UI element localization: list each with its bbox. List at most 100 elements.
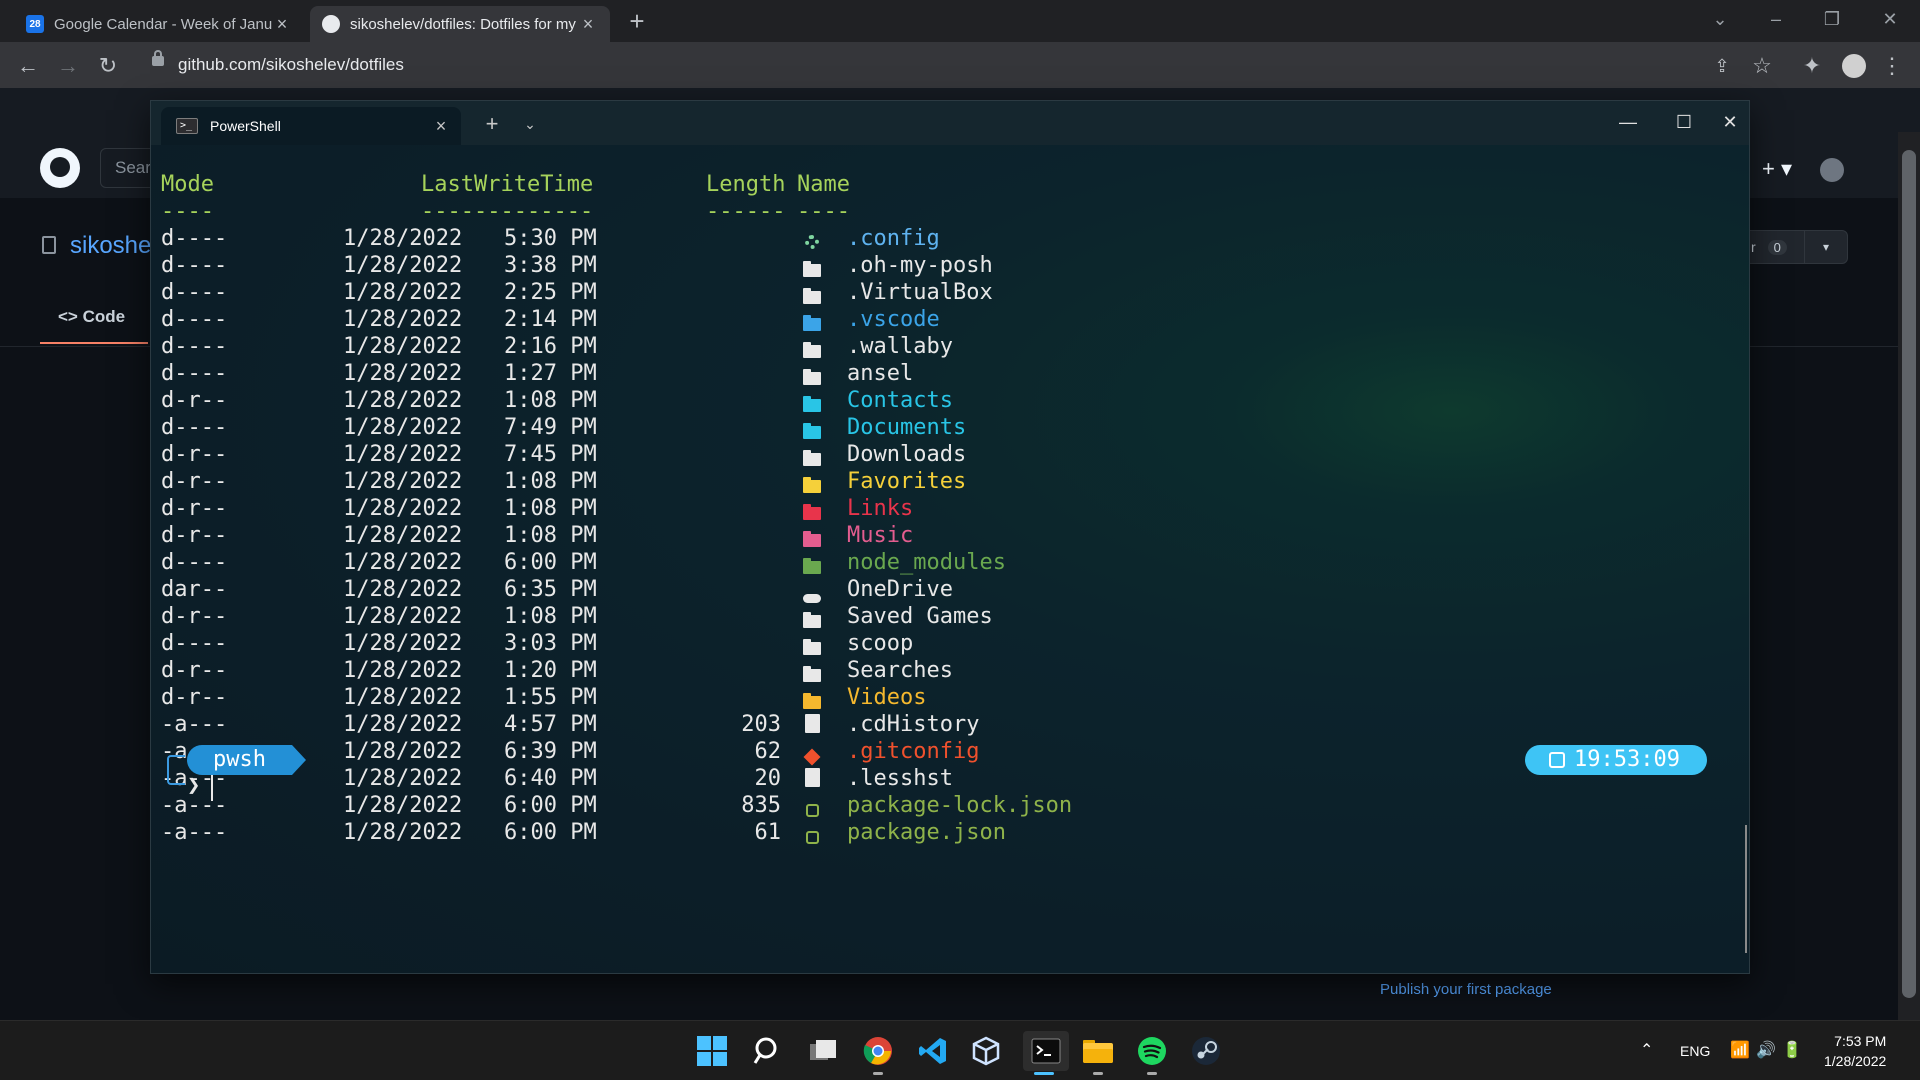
- create-new-icon[interactable]: + ▾: [1762, 156, 1792, 182]
- table-row: d-r-- 1/28/2022 1:08 PM Contacts: [161, 387, 953, 414]
- terminal-active-indicator: [1034, 1072, 1054, 1075]
- start-icon[interactable]: [694, 1033, 730, 1069]
- extensions-icon[interactable]: ✦: [1796, 50, 1828, 82]
- row-time: 2:16 PM: [504, 334, 597, 359]
- row-mode: dar--: [161, 577, 228, 602]
- volume-icon[interactable]: 🔊: [1756, 1021, 1776, 1080]
- powershell-icon: >_: [176, 118, 198, 134]
- close-tab-icon[interactable]: ×: [578, 14, 598, 35]
- row-length: 203: [741, 712, 781, 737]
- battery-icon[interactable]: 🔋: [1782, 1021, 1802, 1080]
- virtualbox-icon[interactable]: [968, 1033, 1004, 1069]
- row-name: .VirtualBox: [847, 280, 993, 305]
- browser-tab-calendar[interactable]: 28 Google Calendar - Week of January 23,…: [14, 6, 304, 42]
- tab-search-icon[interactable]: ⌄: [1700, 4, 1740, 34]
- task-view-icon[interactable]: [805, 1033, 841, 1069]
- close-tab-icon[interactable]: ×: [272, 14, 292, 35]
- header-name: Name: [797, 172, 850, 197]
- row-mode: d-r--: [161, 442, 228, 467]
- row-date: 1/28/2022: [343, 523, 463, 548]
- taskbar-time: 7:53 PM: [1834, 1033, 1887, 1049]
- close-tab-icon[interactable]: ×: [421, 116, 461, 137]
- star-count: 0: [1767, 240, 1787, 255]
- row-time: 1:08 PM: [504, 469, 597, 494]
- file-icon: [802, 765, 822, 792]
- row-name: Music: [847, 523, 914, 548]
- table-row: d-r-- 1/28/2022 1:08 PM Music: [161, 522, 913, 549]
- wifi-icon[interactable]: 📶: [1730, 1021, 1750, 1080]
- github-avatar[interactable]: [1820, 158, 1844, 182]
- chrome-running-indicator: [873, 1072, 883, 1075]
- chrome-icon[interactable]: [860, 1033, 896, 1069]
- row-name: Saved Games: [847, 604, 993, 629]
- row-time: 7:45 PM: [504, 442, 597, 467]
- row-name: .config: [847, 226, 940, 251]
- folder-icon: [802, 603, 822, 630]
- steam-icon[interactable]: [1188, 1033, 1224, 1069]
- vscode-icon[interactable]: [915, 1033, 951, 1069]
- row-date: 1/28/2022: [343, 253, 463, 278]
- minimize-icon[interactable]: –: [1756, 4, 1796, 34]
- publish-package-link[interactable]: Publish your first package: [1380, 981, 1552, 998]
- row-time: 6:00 PM: [504, 550, 597, 575]
- clock-icon: [1549, 752, 1565, 768]
- tab-code-label: Code: [82, 307, 126, 326]
- terminal-scrollbar[interactable]: [1745, 825, 1747, 953]
- spotify-running-indicator: [1147, 1072, 1157, 1075]
- row-mode: d----: [161, 550, 228, 575]
- row-mode: d----: [161, 280, 228, 305]
- row-mode: d-r--: [161, 523, 228, 548]
- taskbar-clock[interactable]: 7:53 PM 1/28/2022: [1824, 1031, 1886, 1071]
- browser-tab-github[interactable]: sikoshelev/dotfiles: Dotfiles for my set…: [310, 6, 610, 42]
- terminal-maximize-icon[interactable]: ☐: [1661, 107, 1707, 137]
- header-length: Length: [706, 172, 786, 197]
- github-logo-icon[interactable]: [40, 148, 80, 188]
- row-date: 1/28/2022: [343, 469, 463, 494]
- terminal-icon[interactable]: [1023, 1031, 1069, 1071]
- table-row: d---- 1/28/2022 2:16 PM .wallaby: [161, 333, 953, 360]
- underline-lastwritetime: -------------: [421, 199, 594, 224]
- show-hidden-icons-icon[interactable]: ⌃: [1640, 1021, 1653, 1080]
- terminal-dropdown-icon[interactable]: ⌄: [515, 111, 545, 137]
- page-scrollbar[interactable]: [1898, 132, 1920, 1020]
- row-name: .cdHistory: [847, 712, 980, 737]
- scrollbar-thumb[interactable]: [1902, 150, 1916, 998]
- row-name: .wallaby: [847, 334, 953, 359]
- terminal-close-icon[interactable]: ✕: [1707, 107, 1749, 137]
- row-time: 1:08 PM: [504, 523, 597, 548]
- restore-icon[interactable]: ❐: [1812, 4, 1852, 34]
- row-time: 1:20 PM: [504, 658, 597, 683]
- terminal-tab-title: PowerShell: [210, 118, 281, 134]
- tab-code[interactable]: <> Code: [40, 304, 148, 344]
- table-row: d-r-- 1/28/2022 1:20 PM Searches: [161, 657, 953, 684]
- language-indicator[interactable]: ENG: [1680, 1021, 1710, 1080]
- address-bar[interactable]: github.com/sikoshelev/dotfiles: [140, 47, 1780, 83]
- row-date: 1/28/2022: [343, 631, 463, 656]
- reload-icon[interactable]: ↻: [92, 50, 124, 82]
- row-name: Contacts: [847, 388, 953, 413]
- forward-icon[interactable]: →: [52, 50, 84, 82]
- file-explorer-icon[interactable]: [1080, 1033, 1116, 1069]
- row-date: 1/28/2022: [343, 334, 463, 359]
- spotify-icon[interactable]: [1134, 1033, 1170, 1069]
- new-terminal-tab-button[interactable]: +: [477, 111, 507, 137]
- code-icon: <>: [58, 307, 78, 326]
- profile-avatar[interactable]: [1838, 50, 1870, 82]
- row-time: 6:35 PM: [504, 577, 597, 602]
- terminal-minimize-icon[interactable]: —: [1605, 107, 1651, 137]
- nodejs-icon: [802, 792, 822, 819]
- back-icon[interactable]: ←: [12, 50, 44, 82]
- tab-title: sikoshelev/dotfiles: Dotfiles for my set…: [350, 15, 578, 33]
- row-mode: d----: [161, 226, 228, 251]
- browser-menu-icon[interactable]: ⋮: [1876, 50, 1908, 82]
- prompt-clock-time: 19:53:09: [1574, 747, 1680, 772]
- star-dropdown-icon[interactable]: ▾: [1804, 230, 1848, 264]
- new-tab-button[interactable]: +: [622, 6, 652, 36]
- search-icon[interactable]: [750, 1033, 786, 1069]
- table-row: -a--- 1/28/2022 4:57 PM 203 .cdHistory: [161, 711, 979, 738]
- address-url: github.com/sikoshelev/dotfiles: [178, 55, 404, 74]
- terminal-tab-powershell[interactable]: >_ PowerShell ×: [161, 107, 461, 145]
- row-name: ansel: [847, 361, 914, 386]
- text-cursor[interactable]: [211, 775, 213, 801]
- close-window-icon[interactable]: ✕: [1870, 4, 1910, 34]
